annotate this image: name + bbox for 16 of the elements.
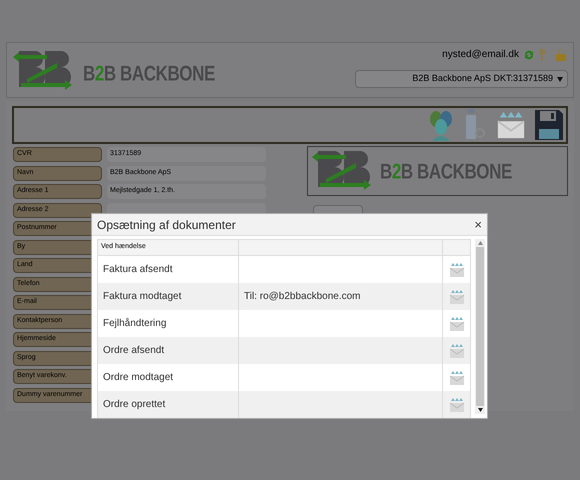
scroll-up-icon[interactable] bbox=[478, 241, 482, 245]
mail-upload-icon[interactable] bbox=[448, 316, 466, 332]
company-dropdown[interactable]: B2B Backbone ApS DKT:31371589 bbox=[355, 70, 568, 88]
scrollbar[interactable] bbox=[475, 239, 485, 414]
scroll-down-icon[interactable] bbox=[478, 408, 482, 412]
save-icon[interactable] bbox=[534, 109, 564, 141]
mail-upload-icon[interactable] bbox=[448, 342, 466, 358]
user-email: nysted@email.dk bbox=[442, 48, 519, 62]
mail-upload-icon[interactable] bbox=[448, 396, 466, 412]
mail-upload-icon[interactable] bbox=[448, 288, 466, 304]
refresh-icon[interactable] bbox=[523, 48, 535, 60]
dropdown-caret-icon bbox=[557, 76, 563, 82]
close-button[interactable]: × bbox=[474, 218, 482, 231]
mail-upload-icon[interactable] bbox=[448, 370, 466, 386]
mail-upload-icon[interactable] bbox=[448, 262, 466, 278]
table-cell: Ordre oprettet bbox=[98, 391, 239, 418]
